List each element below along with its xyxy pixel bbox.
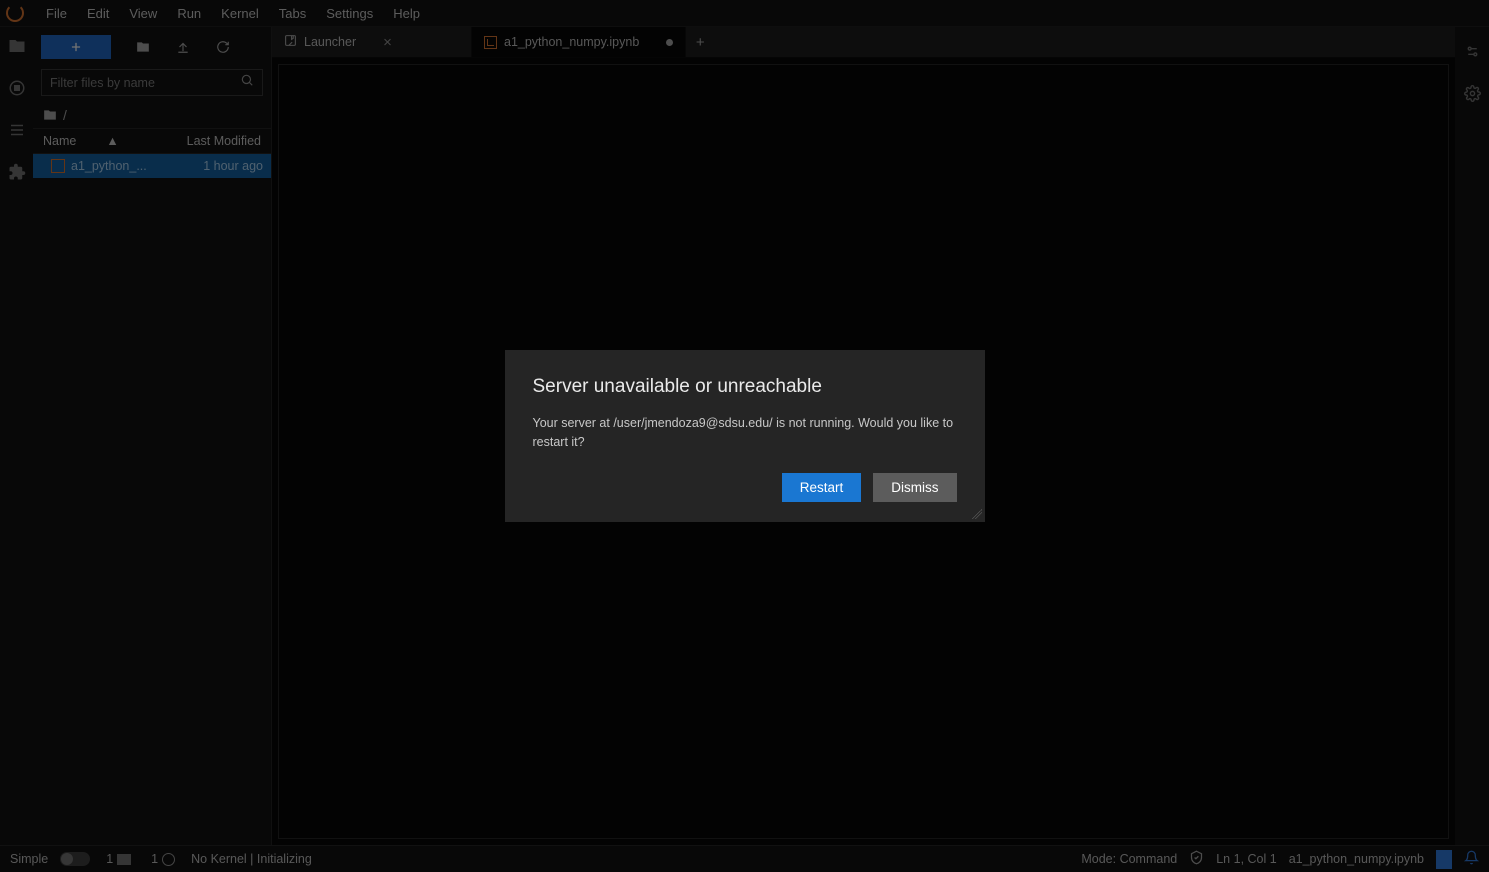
dialog-body: Your server at /user/jmendoza9@sdsu.edu/… bbox=[533, 414, 957, 450]
dismiss-button[interactable]: Dismiss bbox=[873, 473, 956, 502]
modal-overlay: Server unavailable or unreachable Your s… bbox=[0, 0, 1489, 872]
dialog-actions: Restart Dismiss bbox=[533, 473, 957, 502]
server-unavailable-dialog: Server unavailable or unreachable Your s… bbox=[505, 350, 985, 521]
resize-grip-icon[interactable] bbox=[972, 509, 982, 519]
dialog-title: Server unavailable or unreachable bbox=[533, 376, 957, 398]
restart-button[interactable]: Restart bbox=[782, 473, 862, 502]
